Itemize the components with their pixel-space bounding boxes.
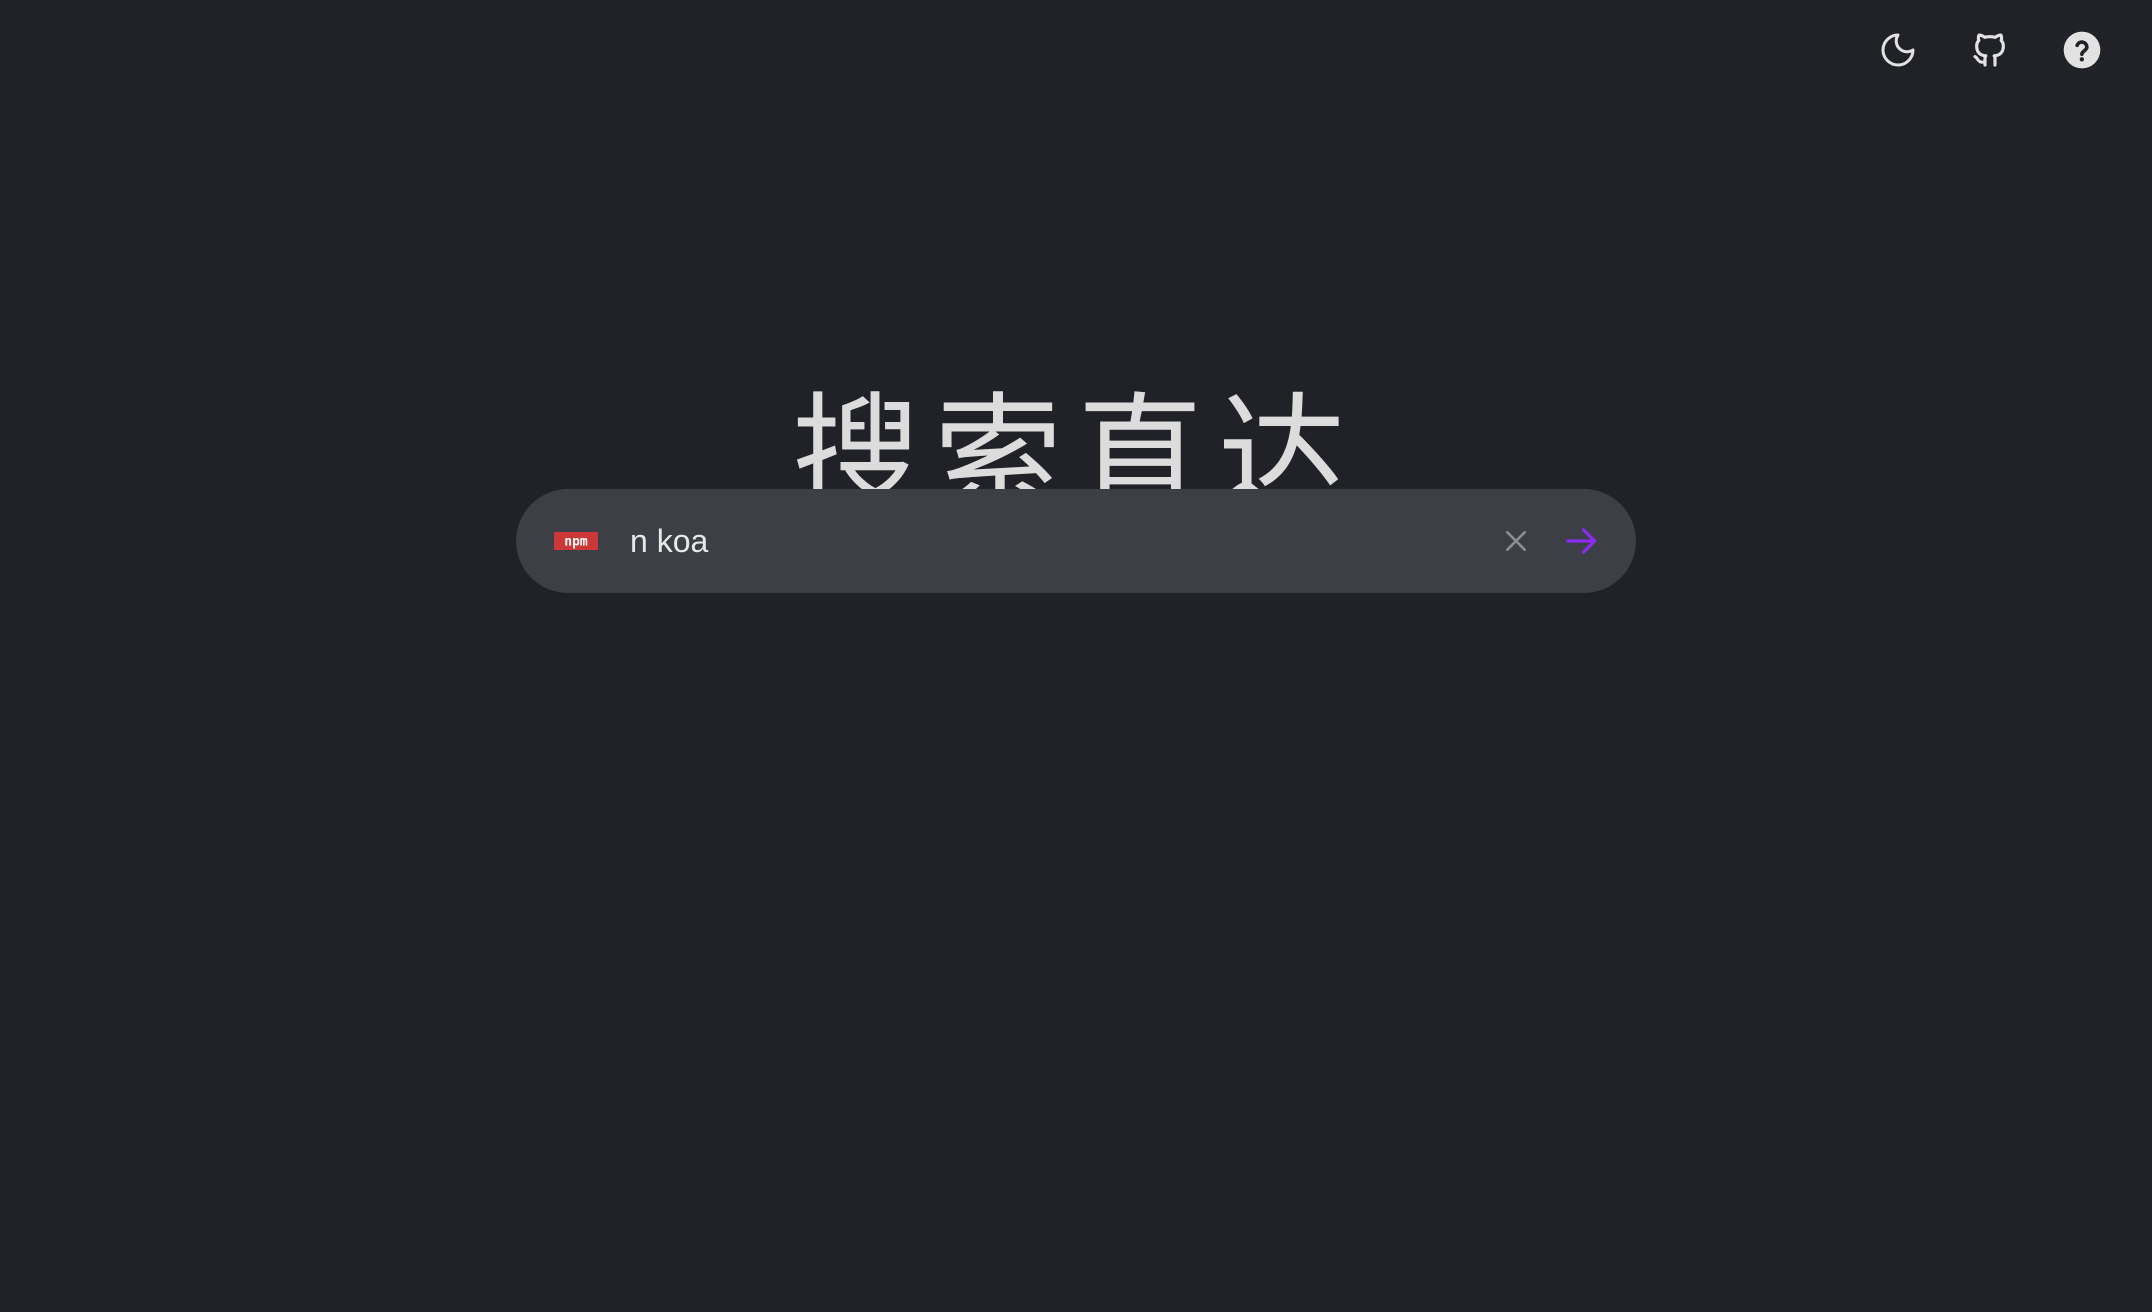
close-icon — [1506, 531, 1526, 551]
search-input[interactable] — [630, 511, 1494, 571]
submit-button[interactable] — [1560, 519, 1604, 563]
top-actions — [1878, 30, 2102, 70]
help-button[interactable] — [2062, 30, 2102, 70]
page: 搜索直达 npm — [0, 0, 2152, 1312]
arrow-right-icon — [1566, 528, 1597, 554]
theme-toggle-button[interactable] — [1878, 30, 1918, 70]
github-link[interactable] — [1970, 30, 2010, 70]
clear-button[interactable] — [1494, 519, 1538, 563]
search-bar: npm — [516, 489, 1636, 593]
help-icon — [2063, 31, 2101, 69]
moon-icon — [1881, 33, 1915, 67]
npm-logo-text: npm — [564, 535, 588, 550]
npm-icon: npm — [554, 532, 598, 550]
github-icon — [1973, 33, 2005, 67]
search-engine-selector[interactable]: npm — [554, 531, 598, 551]
